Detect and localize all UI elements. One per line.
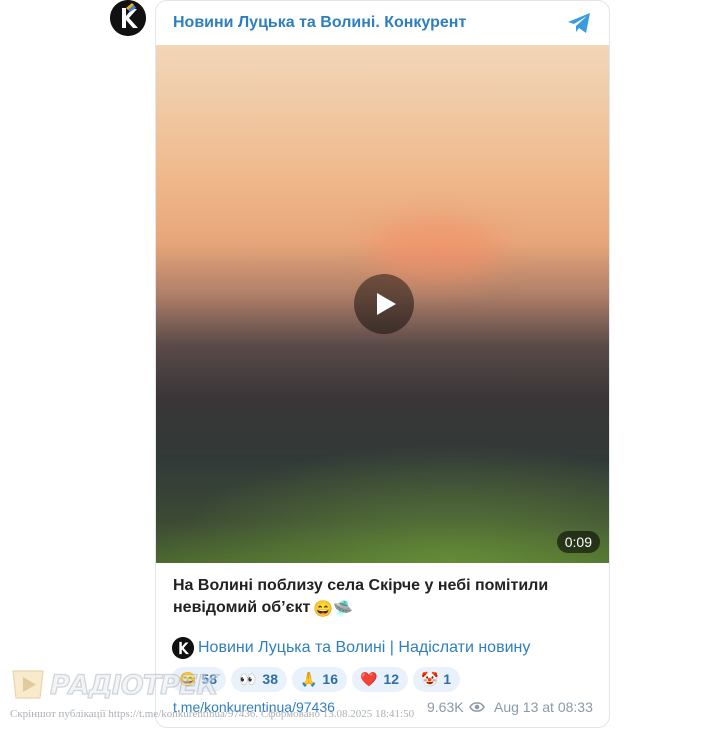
reaction-chip[interactable]: ❤️ 12 bbox=[352, 667, 408, 692]
reaction-emoji: 👀 bbox=[239, 671, 257, 687]
video-duration: 0:09 bbox=[556, 531, 600, 553]
video-ground bbox=[156, 443, 609, 563]
post-text: На Волині поблизу села Скірче у небі пом… bbox=[173, 575, 593, 621]
reaction-count: 1 bbox=[443, 671, 451, 687]
reaction-chip[interactable]: 🤡 1 bbox=[413, 667, 460, 692]
signature-logo-icon bbox=[172, 637, 194, 659]
screenshot-caption: Скріншот публікації https://t.me/konkure… bbox=[10, 708, 415, 720]
reaction-emoji: 🤡 bbox=[421, 671, 439, 687]
post-card: Новини Луцька та Волині. Конкурент 0:09 … bbox=[155, 0, 610, 728]
signature-link[interactable]: Новини Луцька та Волині | Надіслати нови… bbox=[198, 639, 530, 657]
reaction-count: 16 bbox=[322, 671, 338, 687]
video-sky-glow bbox=[371, 220, 501, 280]
play-button[interactable] bbox=[354, 274, 414, 334]
reaction-emoji: 🙏 bbox=[300, 671, 318, 687]
telegram-icon[interactable] bbox=[567, 12, 592, 34]
play-icon bbox=[377, 293, 396, 315]
post-text-emoji: 😄🛸 bbox=[313, 601, 354, 618]
post-date[interactable]: Aug 13 at 08:33 bbox=[494, 699, 593, 715]
video-player[interactable]: 0:09 bbox=[156, 45, 609, 563]
post-text-content: На Волині поблизу села Скірче у небі пом… bbox=[173, 577, 549, 616]
reaction-chip[interactable]: 👀 38 bbox=[231, 667, 287, 692]
reaction-chip[interactable]: 🙏 16 bbox=[292, 667, 347, 692]
channel-avatar[interactable] bbox=[110, 0, 146, 36]
view-count: 9.63K bbox=[427, 699, 464, 715]
watermark-brand: РАДІОТРЕК bbox=[49, 669, 219, 701]
eye-icon bbox=[469, 702, 485, 712]
channel-name[interactable]: Новини Луцька та Волині. Конкурент bbox=[173, 14, 466, 32]
reaction-count: 12 bbox=[383, 671, 399, 687]
post-header: Новини Луцька та Волині. Конкурент bbox=[156, 1, 609, 45]
reaction-count: 38 bbox=[262, 671, 278, 687]
konkurent-logo-icon bbox=[110, 0, 146, 36]
reaction-emoji: ❤️ bbox=[360, 671, 378, 687]
watermark-logo: РАДІОТРЕК bbox=[10, 667, 219, 707]
radio-play-icon bbox=[12, 670, 44, 699]
